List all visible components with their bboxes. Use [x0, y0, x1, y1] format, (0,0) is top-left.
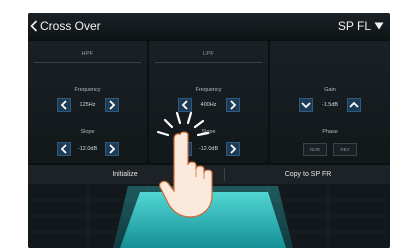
phase-label: Phase [322, 129, 338, 135]
gain-control: -1.5dB [270, 97, 390, 113]
top-bar: Cross Over SP FL [28, 13, 390, 39]
dropdown-triangle-icon [374, 22, 384, 30]
gain-value: -1.5dB [321, 102, 339, 108]
hpf-title: HPF [81, 51, 94, 57]
hpf-frequency-increase-button[interactable] [104, 98, 119, 112]
gain-decrease-button[interactable] [299, 98, 313, 112]
gain-phase-panel: Gain -1.5dB Phase NOR REV [270, 41, 390, 163]
hpf-slope-decrease-button[interactable] [56, 142, 71, 156]
left-arrow-icon [60, 100, 67, 110]
hpf-slope-control: -12.0dB [28, 141, 147, 157]
gain-increase-button[interactable] [347, 98, 361, 112]
down-arrow-icon [301, 102, 311, 109]
hpf-frequency-control: 125Hz [28, 97, 147, 113]
right-arrow-icon [108, 144, 115, 154]
phase-control: NOR REV [270, 141, 390, 157]
hpf-slope-increase-button[interactable] [104, 142, 119, 156]
gain-label: Gain [324, 87, 336, 93]
page-title: Cross Over [40, 19, 101, 33]
hpf-frequency-value: 125Hz [79, 102, 96, 108]
hpf-frequency-label: Frequency [74, 87, 101, 93]
back-chevron-icon [30, 20, 38, 32]
hpf-slope-label: Slope [80, 129, 95, 135]
lpf-divider [155, 62, 262, 63]
copy-to-channel-button[interactable]: Copy to SP FR [226, 165, 390, 184]
channel-label: SP FL [337, 19, 371, 33]
channel-selector[interactable]: SP FL [338, 17, 384, 35]
hpf-panel: HPF Frequency 125Hz Slope -12.0dB [28, 41, 147, 163]
phase-reverse-button[interactable]: REV [333, 142, 357, 156]
phase-normal-button[interactable]: NOR [303, 142, 327, 156]
hpf-frequency-decrease-button[interactable] [56, 98, 71, 112]
hpf-divider [34, 62, 141, 63]
lpf-title: LPF [203, 51, 214, 57]
pointing-hand-icon [156, 111, 213, 218]
back-button[interactable]: Cross Over [30, 17, 101, 35]
hpf-slope-value: -12.0dB [77, 146, 98, 152]
up-arrow-icon [349, 101, 359, 108]
left-arrow-icon [60, 144, 67, 154]
right-arrow-icon [108, 100, 115, 110]
lpf-frequency-label: Frequency [195, 87, 222, 93]
